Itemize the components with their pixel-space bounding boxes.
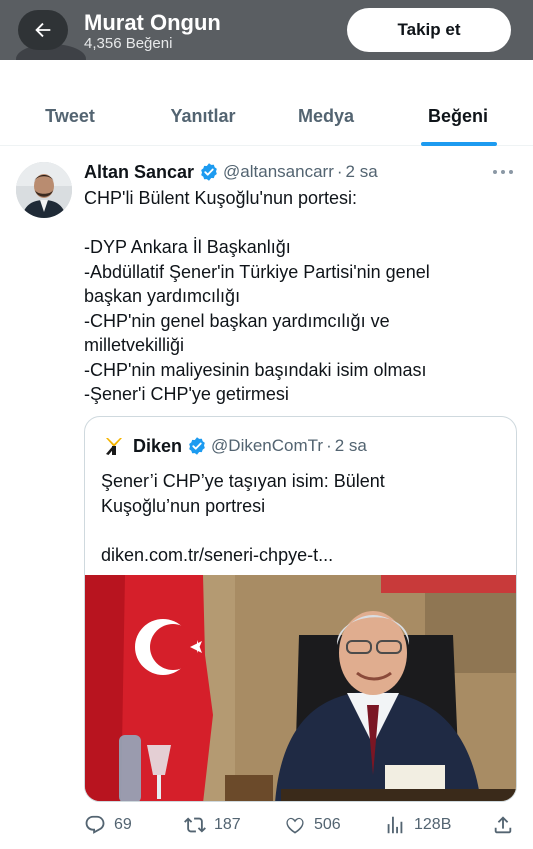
tab-tweets[interactable]: Tweet [0,86,140,146]
views-button[interactable]: 128B [384,810,451,840]
retweet-icon [184,817,206,833]
tweet-line: başkan yardımcılığı [84,286,241,306]
profile-name: Murat Ongun [84,10,221,35]
like-button[interactable]: 506 [284,810,341,840]
reply-icon [85,815,105,834]
quote-line: Kuşoğlu’nun portresi [101,495,266,516]
tweet-actions: 69 187 506 128B [84,810,524,840]
avatar-photo [16,162,72,218]
retweet-count: 187 [214,816,241,833]
views-icon [387,816,403,834]
verified-badge-icon [201,163,217,181]
quote-tweet-card[interactable]: Diken @DikenComTr · 2 sa Şener’i CHP’ye … [84,416,517,802]
profile-header: Murat Ongun 4,356 Beğeni Takip et [0,0,533,60]
quote-time: 2 sa [334,436,367,455]
author-name[interactable]: Altan Sancar [84,162,194,183]
quote-author-handle: @DikenComTr [211,436,324,455]
more-icon[interactable] [490,166,516,178]
tweet-line: -DYP Ankara İl Başkanlığı [84,237,291,257]
share-button[interactable] [492,810,522,840]
profile-tabs: Tweet Yanıtlar Medya Beğeni [0,86,533,146]
retweet-button[interactable]: 187 [184,810,241,840]
avatar[interactable] [16,162,72,218]
quote-author-row: Diken @DikenComTr · 2 sa [101,433,367,459]
tweet-line: -Abdüllatif Şener'in Türkiye Partisi'nin… [84,261,430,282]
quote-author-name: Diken [133,435,183,456]
share-icon [494,816,512,834]
back-button[interactable] [18,10,68,50]
quote-photo[interactable] [85,575,517,802]
tweet-author-row: Altan Sancar @altansancarr · 2 sa [84,160,378,184]
separator-dot: · [336,162,343,181]
view-count: 128B [414,816,452,833]
active-tab-indicator [421,142,497,146]
author-handle[interactable]: @altansancarr [223,162,334,182]
quote-text: Şener’i CHP’ye taşıyan isim: Bülent Kuşo… [101,469,501,567]
tweet-text: CHP'li Bülent Kuşoğlu'nun portesi: -DYP … [84,186,524,407]
tweet-line: CHP'li Bülent Kuşoğlu'nun portesi: [84,188,358,208]
separator-dot: · [326,436,332,455]
verified-badge-icon [189,437,205,455]
tab-likes[interactable]: Beğeni [388,86,528,146]
reply-button[interactable]: 69 [84,810,132,840]
quote-line-blank [101,518,501,543]
tweet-time[interactable]: 2 sa [346,162,378,182]
follow-button[interactable]: Takip et [347,8,511,52]
quote-line: Şener’i CHP’ye taşıyan isim: Bülent [101,471,385,491]
back-arrow-icon [35,22,51,38]
reply-count: 69 [114,816,132,833]
like-icon [286,817,304,834]
tab-media[interactable]: Medya [256,86,396,146]
diken-logo-icon [101,433,127,459]
profile-like-count: 4,356 Beğeni [84,35,173,52]
tab-replies[interactable]: Yanıtlar [133,86,273,146]
like-count: 506 [314,816,341,833]
tweet-line: -CHP'nin genel başkan yardımcılığı ve [84,310,390,331]
quote-link[interactable]: diken.com.tr/seneri-chpye-t... [101,543,501,568]
tweet-line: -Şener'i CHP'ye getirmesi [84,384,289,404]
tweet-line: -CHP'nin maliyesinin başındaki isim olma… [84,359,427,380]
tweet-line: milletvekilliği [84,335,185,355]
